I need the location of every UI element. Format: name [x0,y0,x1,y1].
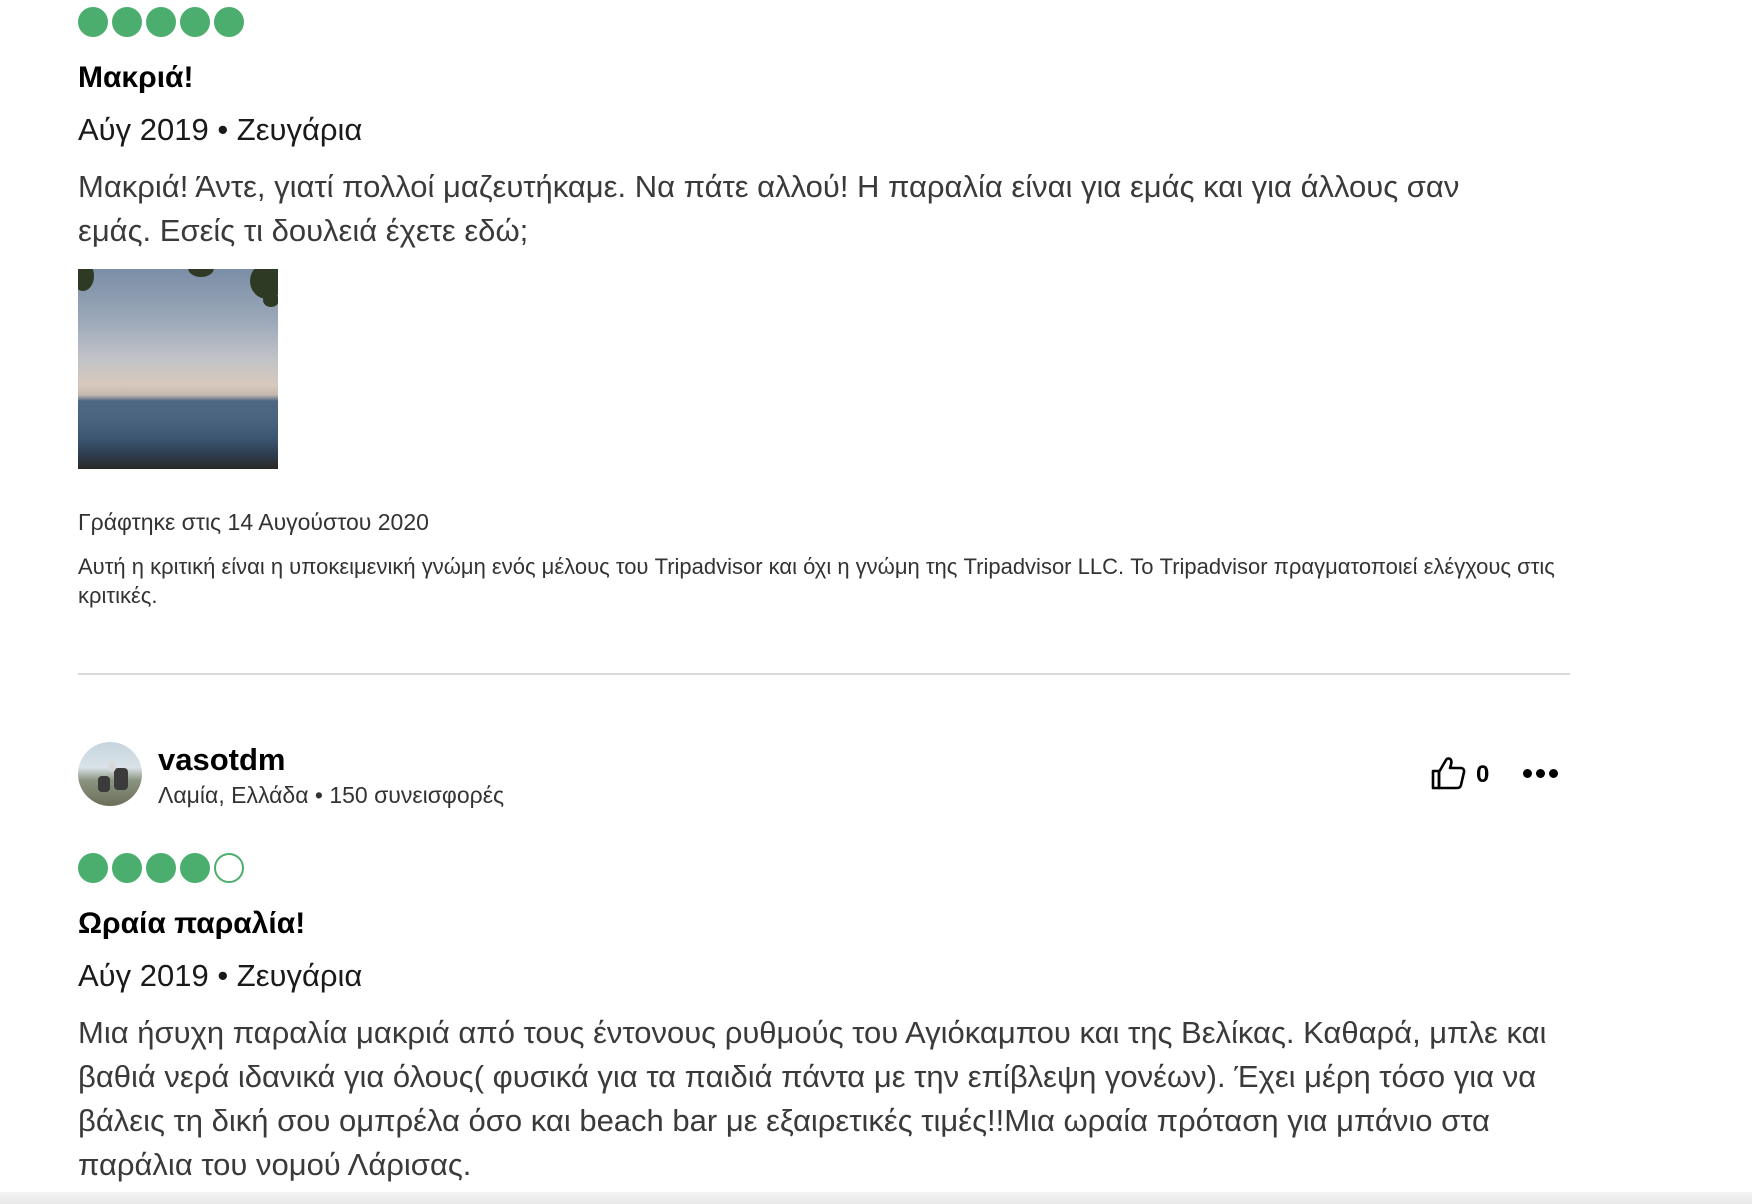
review-written-date: Γράφτηκε στις 14 Αυγούστου 2020 [78,509,429,535]
tree-leaves-decoration [263,293,278,307]
review-trip-meta: Αύγ 2019 • Ζευγάρια [78,112,363,147]
rating-bubble-filled [214,7,244,37]
rating-bubble-filled [112,853,142,883]
avatar-figure [98,776,110,792]
rating-bubble-filled [146,853,176,883]
avatar[interactable] [78,742,142,806]
rating-bubble-filled [78,7,108,37]
thumbs-up-icon [1430,756,1466,795]
review-text: Μια ήσυχη παραλία μακριά από τους έντονο… [78,1015,1547,1182]
rating-bubble-filled [78,853,108,883]
review-trip-meta: Αύγ 2019 • Ζευγάρια [78,958,363,993]
review-title[interactable]: Ωραία παραλία! [78,906,305,942]
dot [1548,768,1558,778]
helpful-vote-count: 0 [1476,761,1490,788]
rating-bubble-filled [180,853,210,883]
page-bottom-edge [0,1192,1752,1204]
avatar-figure [108,762,116,772]
review-photo[interactable] [78,269,278,469]
more-options-icon[interactable] [1518,758,1562,788]
reviews-page: Μακριά! Αύγ 2019 • Ζευγάρια Μακριά! Άντε… [0,0,1752,1204]
helpful-vote-button[interactable]: 0 [1430,756,1490,795]
avatar-figure [114,768,128,790]
reviewer-info: Λαμία, Ελλάδα • 150 συνεισφορές [158,782,505,808]
reviewer-username[interactable]: vasotdm [158,742,285,778]
tree-leaves-decoration [188,269,214,277]
review-disclaimer: Αυτή η κριτική είναι η υποκειμενική γνώμ… [78,554,1555,608]
rating-bubble-filled [146,7,176,37]
review-title[interactable]: Μακριά! [78,60,194,96]
review-text: Μακριά! Άντε, γιατί πολλοί μαζευτήκαμε. … [78,169,1460,248]
rating-bubble-filled [180,7,210,37]
dot [1522,768,1532,778]
rating-bubbles [78,6,244,38]
rating-bubbles [78,852,244,884]
reviewer-header: vasotdm Λαμία, Ελλάδα • 150 συνεισφορές … [78,742,1572,812]
review-divider [78,673,1570,675]
rating-bubble-filled [112,7,142,37]
tree-leaves-decoration [78,269,94,291]
dot [1535,768,1545,778]
rating-bubble-empty [214,853,244,883]
